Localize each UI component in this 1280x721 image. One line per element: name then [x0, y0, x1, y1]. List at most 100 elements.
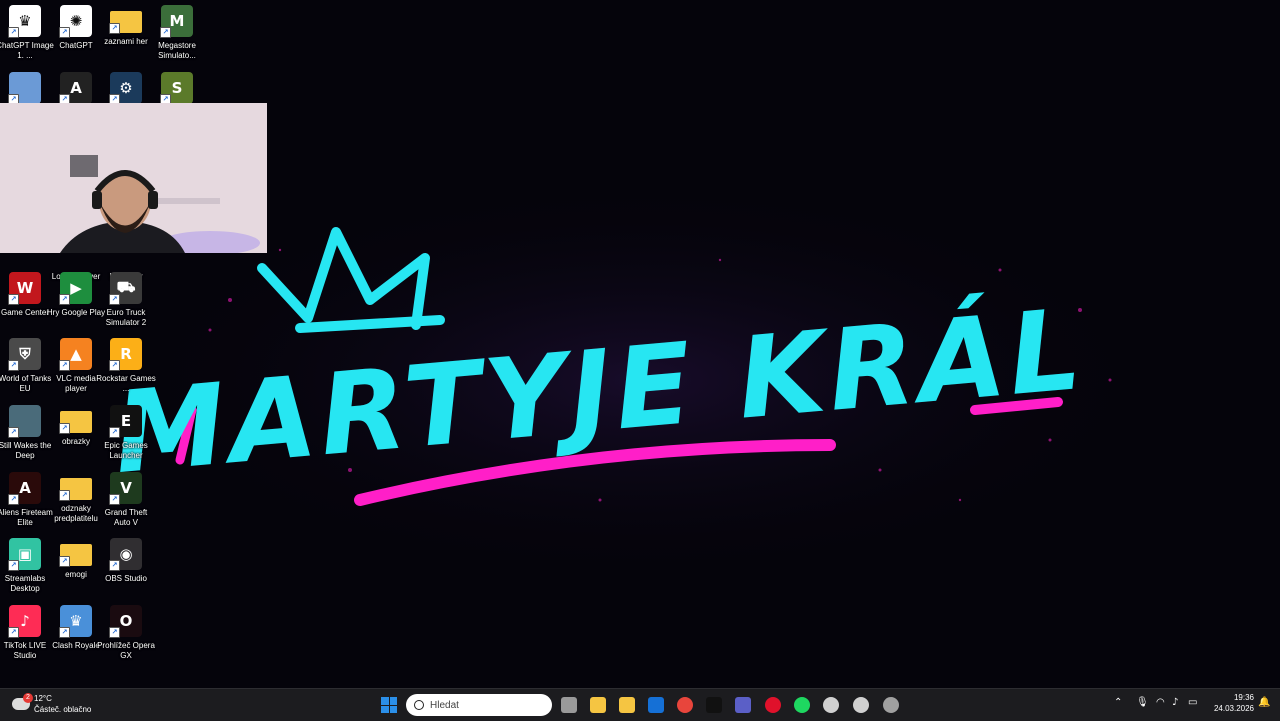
- shortcut-arrow-icon: ↗: [109, 427, 120, 438]
- steam-icon: ⚙ ↗: [109, 72, 142, 105]
- shortcut-arrow-icon: ↗: [8, 27, 19, 38]
- desktop-icon[interactable]: ▶ ↗ Hry Google Play: [47, 272, 105, 338]
- image-thumbnail-icon: ♛ ↗: [8, 5, 41, 38]
- taskbar: 2 12°C Částeč. oblačno Hledat ⌃ 🎙 ◠ ♪ ▭ …: [0, 688, 1280, 721]
- taskbar-search[interactable]: Hledat: [406, 694, 552, 716]
- chrome-icon-glyph: [677, 697, 693, 713]
- desktop-icon[interactable]: W ↗ Game Center: [0, 272, 50, 338]
- vlc-icon: ▲ ↗: [59, 338, 92, 371]
- clock-date: 24.03.2026: [1213, 704, 1254, 713]
- desktop-icon[interactable]: E ↗ Epic Games Launcher: [101, 405, 151, 471]
- mail-icon-glyph: [648, 697, 664, 713]
- teams-icon-glyph: [735, 697, 751, 713]
- wifi-icon[interactable]: ◠: [1156, 697, 1165, 708]
- shortcut-arrow-icon: ↗: [109, 360, 120, 371]
- spotify-icon-glyph: [794, 697, 810, 713]
- notification-bell-icon[interactable]: 🔔: [1258, 697, 1270, 708]
- tiktok-live-icon: ♪ ↗: [8, 605, 41, 638]
- clash-royale-icon: ♛ ↗: [59, 605, 92, 638]
- truck-icon: ⛟ ↗: [109, 272, 142, 305]
- desktop-icon[interactable]: ♛ ↗ ChatGPT Image 1. ...: [0, 5, 54, 71]
- shortcut-arrow-icon: ↗: [8, 560, 19, 571]
- settings-icon-glyph: [883, 697, 899, 713]
- media-player-icon-glyph: [853, 697, 869, 713]
- desktop-icon[interactable]: A ↗ Aliens Fireteam Elite: [0, 472, 53, 538]
- desktop-icon[interactable]: ✺ ↗ ChatGPT: [51, 5, 101, 71]
- shortcut-arrow-icon: ↗: [8, 494, 19, 505]
- desktop-icon[interactable]: O ↗ Prohlížeč Opera GX: [97, 605, 155, 671]
- search-placeholder: Hledat: [430, 699, 459, 711]
- shortcut-arrow-icon: ↗: [59, 556, 70, 567]
- shortcut-arrow-icon: ↗: [8, 627, 19, 638]
- clock-time: 19:36: [1233, 693, 1254, 702]
- microphone-icon[interactable]: 🎙: [1136, 697, 1149, 708]
- folder-icon: ↗: [109, 11, 142, 34]
- desktop-icon-label: Prohlížeč Opera GX: [97, 641, 155, 660]
- folder-icon: ↗: [59, 411, 92, 434]
- desktop-icon[interactable]: ↗ Still Wakes the Deep: [0, 405, 51, 471]
- show-hidden-icons-button[interactable]: ⌃: [1114, 697, 1122, 708]
- opera-gx-icon[interactable]: [762, 694, 784, 716]
- steelseries-icon-glyph: [823, 697, 839, 713]
- desktop-icon[interactable]: ↗ obrazky: [51, 405, 101, 471]
- epic-games-icon: E ↗: [109, 405, 142, 438]
- desktop-icon[interactable]: ◉ ↗ OBS Studio: [101, 538, 151, 604]
- search-icon: [414, 700, 424, 710]
- tiktok-icon[interactable]: [703, 694, 725, 716]
- task-view-icon-glyph: [561, 697, 577, 713]
- media-player-icon[interactable]: [850, 694, 872, 716]
- weather-desc: Částeč. oblačno: [34, 705, 92, 714]
- opera-gx-icon: O ↗: [109, 605, 142, 638]
- desktop-icon-label: Rockstar Games ...: [96, 374, 156, 393]
- spotify-icon[interactable]: [791, 694, 813, 716]
- desktop-icon[interactable]: M ↗ Megastore Simulato...: [152, 5, 202, 71]
- chatgpt-icon: ✺ ↗: [59, 5, 92, 38]
- desktop-icon[interactable]: V ↗ Grand Theft Auto V: [101, 472, 151, 538]
- desktop-icon-label: Epic Games Launcher: [104, 441, 148, 460]
- shortcut-arrow-icon: ↗: [8, 427, 19, 438]
- desktop-icon[interactable]: ♛ ↗ Clash Royale: [51, 605, 101, 671]
- clock[interactable]: 19:36 24.03.2026: [1208, 693, 1254, 713]
- image-app-icon: ↗: [8, 72, 41, 105]
- shortcut-arrow-icon: ↗: [109, 494, 120, 505]
- desktop-icon[interactable]: ♪ ↗ TikTok LIVE Studio: [0, 605, 50, 671]
- start-button[interactable]: [378, 694, 400, 716]
- tiktok-icon-glyph: [706, 697, 722, 713]
- shortcut-arrow-icon: ↗: [59, 360, 70, 371]
- streamlabs-icon: ▣ ↗: [8, 538, 41, 571]
- task-view-icon[interactable]: [558, 694, 580, 716]
- file-explorer-icon[interactable]: [587, 694, 609, 716]
- desktop-icon-label: Megastore Simulato...: [158, 41, 196, 60]
- desktop-icon[interactable]: ↗ zaznami her: [101, 5, 151, 71]
- file-explorer-icon-glyph: [590, 697, 606, 713]
- slain-app-icon: A ↗: [59, 72, 92, 105]
- settings-icon[interactable]: [880, 694, 902, 716]
- shortcut-arrow-icon: ↗: [109, 560, 120, 571]
- desktop-icon[interactable]: R ↗ Rockstar Games ...: [96, 338, 156, 404]
- desktop-icon[interactable]: ⛨ ↗ World of Tanks EU: [0, 338, 51, 404]
- battery-icon[interactable]: ▭: [1188, 697, 1197, 708]
- shortcut-arrow-icon: ↗: [109, 23, 120, 34]
- teams-icon[interactable]: [732, 694, 754, 716]
- desktop-icon[interactable]: ▣ ↗ Streamlabs Desktop: [0, 538, 50, 604]
- game-simulator-icon: S ↗: [160, 72, 193, 105]
- desktop-icon[interactable]: ⛟ ↗ Euro Truck Simulator 2: [101, 272, 151, 338]
- steelseries-icon[interactable]: [820, 694, 842, 716]
- shortcut-arrow-icon: ↗: [59, 627, 70, 638]
- microsoft-store-icon[interactable]: [616, 694, 638, 716]
- windows-logo-icon: [381, 697, 397, 713]
- game-megastore-icon: M ↗: [160, 5, 193, 38]
- webcam-person: [0, 103, 267, 253]
- google-play-games-icon: ▶ ↗: [59, 272, 92, 305]
- desktop-icon-label: Grand Theft Auto V: [104, 508, 148, 527]
- still-wakes-icon: ↗: [8, 405, 41, 438]
- desktop-icon[interactable]: ▲ ↗ VLC media player: [51, 338, 101, 404]
- desktop-icon[interactable]: ↗ odznaky predplatitelu: [51, 472, 101, 538]
- world-of-tanks-icon: ⛨ ↗: [8, 338, 41, 371]
- desktop-icon[interactable]: ↗ emogi: [51, 538, 101, 604]
- shortcut-arrow-icon: ↗: [109, 627, 120, 638]
- chrome-icon[interactable]: [674, 694, 696, 716]
- mail-icon[interactable]: [645, 694, 667, 716]
- weather-widget[interactable]: 2 12°C Částeč. oblačno: [8, 692, 108, 718]
- volume-icon[interactable]: ♪: [1172, 697, 1178, 708]
